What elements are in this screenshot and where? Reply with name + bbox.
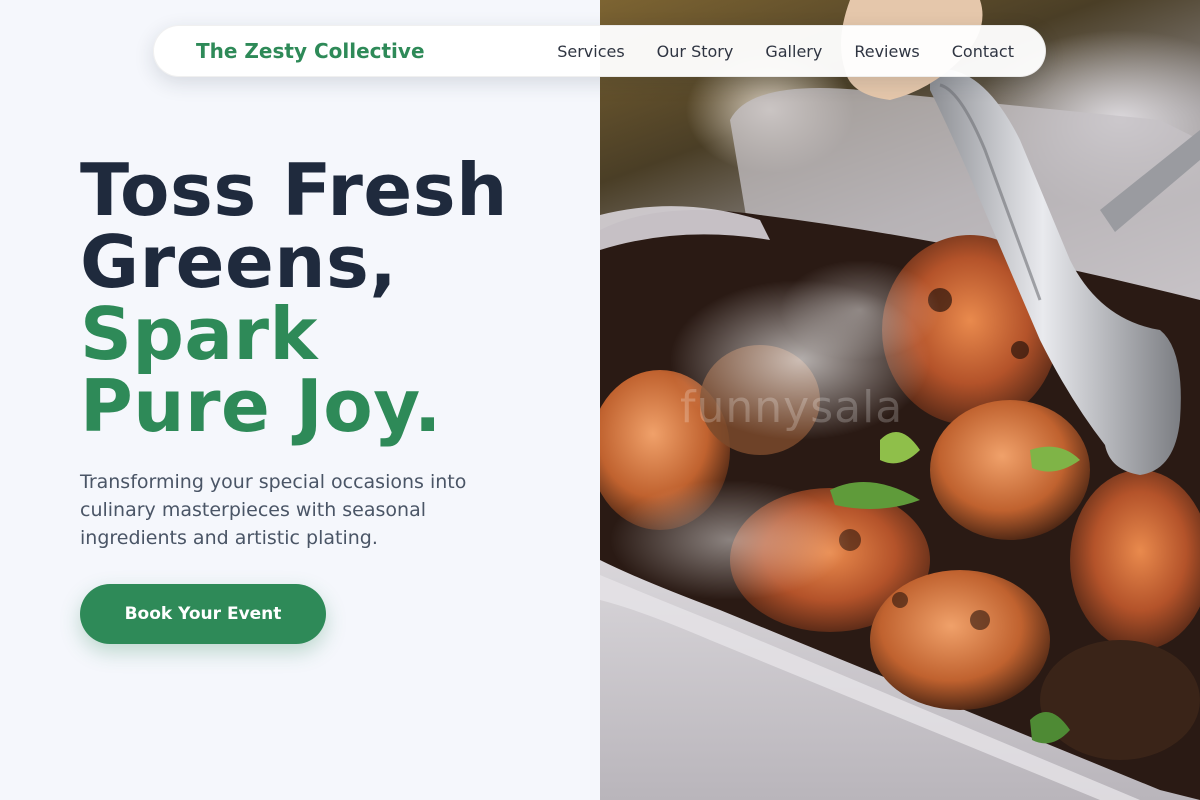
hero-image: funnysala: [600, 0, 1200, 800]
headline-line-4: Pure Joy.: [80, 364, 442, 448]
headline-line-1: Toss Fresh: [80, 148, 508, 232]
nav-item-reviews[interactable]: Reviews: [854, 42, 919, 61]
nav-item-our-story[interactable]: Our Story: [657, 42, 734, 61]
brand-logo-text[interactable]: The Zesty Collective: [196, 39, 425, 63]
top-navbar: The Zesty Collective Services Our Story …: [153, 25, 1046, 77]
headline-line-3: Spark: [80, 292, 318, 376]
nav-item-services[interactable]: Services: [557, 42, 624, 61]
image-watermark: funnysala: [680, 382, 904, 433]
book-event-button[interactable]: Book Your Event: [80, 584, 326, 644]
nav-item-contact[interactable]: Contact: [952, 42, 1014, 61]
hero-subtext: Transforming your special occasions into…: [80, 471, 467, 549]
headline-line-2: Greens,: [80, 220, 398, 304]
nav-links: Services Our Story Gallery Reviews Conta…: [557, 26, 1014, 76]
page: funnysala The Zesty Collective Services …: [0, 0, 1200, 800]
hero-headline: Toss Fresh Greens, Spark Pure Joy.: [80, 154, 508, 442]
nav-item-gallery[interactable]: Gallery: [765, 42, 822, 61]
